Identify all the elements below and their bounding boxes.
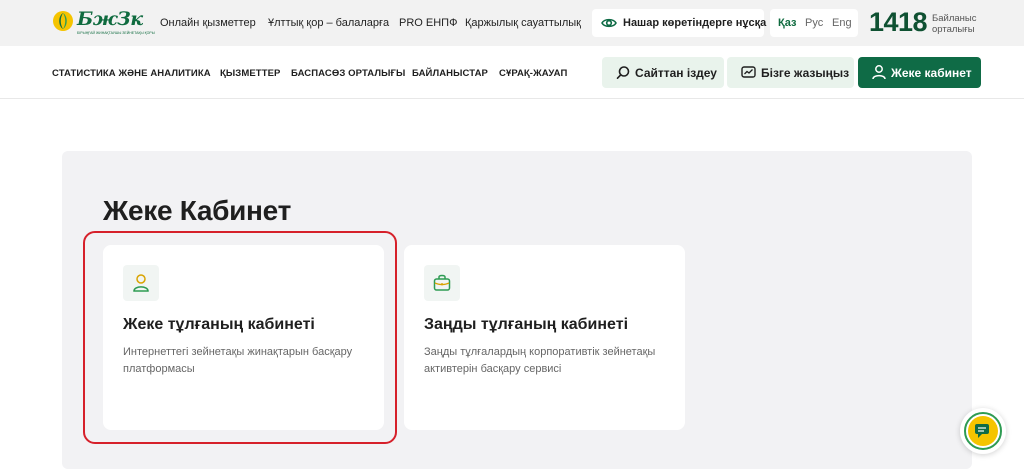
nav-services[interactable]: ҚЫЗМЕТТЕР (220, 68, 280, 79)
page-title: Жеке Кабинет (103, 195, 291, 226)
message-icon (741, 66, 756, 78)
language-switcher: Қаз Рус Eng (770, 9, 858, 37)
individual-cabinet-title: Жеке тұлғаның кабинеті (123, 316, 315, 333)
accessibility-label: Нашар көретіндерге нұсқа (623, 17, 767, 29)
individual-icon-box (123, 265, 159, 301)
search-icon (616, 66, 630, 79)
personal-cabinet-label: Жеке кабинет (891, 66, 972, 80)
toplink-pro-enpf[interactable]: PRO ЕНПФ (399, 17, 457, 29)
logo-emblem-icon (53, 11, 73, 31)
lang-rus[interactable]: Рус (805, 17, 823, 29)
nav-statistics[interactable]: СТАТИСТИКА ЖӘНЕ АНАЛИТИКА (52, 68, 211, 79)
write-to-us-label: Бізге жазыңыз (761, 66, 850, 80)
legal-entity-cabinet-description: Заңды тұлғалардың корпоративтік зейнетақ… (424, 346, 656, 375)
nav-faq[interactable]: СҰРАҚ-ЖАУАП (499, 68, 567, 79)
logo-text: БжЗк (77, 8, 143, 30)
site-search-button[interactable]: Сайттан іздеу (602, 57, 724, 88)
individual-cabinet-description: Интернеттегі зейнетақы жинақтарын басқар… (123, 346, 353, 375)
main-nav: СТАТИСТИКА ЖӘНЕ АНАЛИТИКА ҚЫЗМЕТТЕР БАСП… (0, 46, 1024, 99)
legal-entity-cabinet-card[interactable]: Заңды тұлғаның кабинеті Заңды тұлғаларды… (404, 245, 685, 430)
lang-eng[interactable]: Eng (832, 17, 852, 29)
chat-button[interactable] (960, 408, 1006, 454)
top-bar: БжЗк БІРЫҢҒАЙ ЖИНАҚТАУШЫ ЗЕЙНЕТАҚЫ ҚОРЫ … (0, 0, 1024, 46)
eye-icon (601, 18, 617, 28)
user-icon (872, 65, 886, 80)
toplink-online-services[interactable]: Онлайн қызметтер (160, 17, 256, 29)
logo-tagline: БІРЫҢҒАЙ ЖИНАҚТАУШЫ ЗЕЙНЕТАҚЫ ҚОРЫ (77, 31, 155, 35)
hotline-number[interactable]: 1418 (869, 7, 928, 38)
write-to-us-button[interactable]: Бізге жазыңыз (727, 57, 854, 88)
nav-press-center[interactable]: БАСПАСӨЗ ОРТАЛЫҒЫ (291, 68, 405, 79)
enpf-logo[interactable]: БжЗк БІРЫҢҒАЙ ЖИНАҚТАУШЫ ЗЕЙНЕТАҚЫ ҚОРЫ (52, 8, 155, 39)
briefcase-icon (433, 274, 451, 291)
toplink-financial-literacy[interactable]: Қаржылық сауаттылық (465, 17, 581, 29)
user-icon (133, 274, 149, 292)
legal-entity-icon-box (424, 265, 460, 301)
nav-contacts[interactable]: БАЙЛАНЫСТАР (412, 68, 488, 79)
lang-kaz[interactable]: Қаз (778, 17, 796, 29)
site-search-label: Сайттан іздеу (635, 66, 717, 80)
personal-cabinet-button[interactable]: Жеке кабинет (858, 57, 981, 88)
individual-cabinet-card[interactable]: Жеке тұлғаның кабинеті Интернеттегі зейн… (103, 245, 384, 430)
hotline-label: Байланыс орталығы (932, 13, 977, 35)
accessibility-button[interactable]: Нашар көретіндерге нұсқа (592, 9, 767, 37)
legal-entity-cabinet-title: Заңды тұлғаның кабинеті (424, 316, 629, 333)
toplink-national-fund[interactable]: Ұлттық қор – балаларға (268, 17, 389, 29)
chat-icon (975, 424, 989, 438)
